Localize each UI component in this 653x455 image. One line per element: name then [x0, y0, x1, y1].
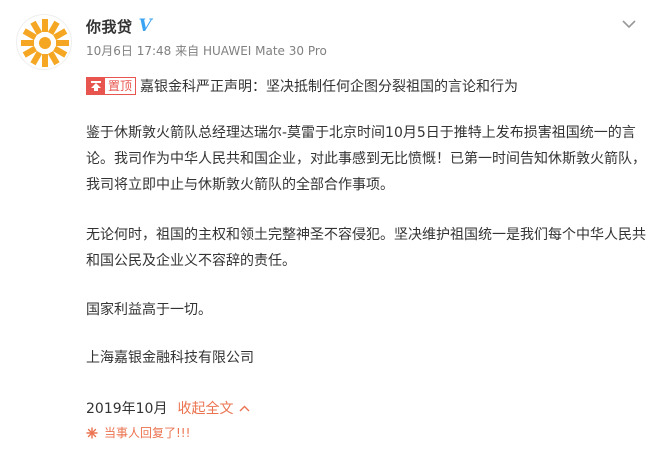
reply-notice-link[interactable]: 当事人回复了!!!: [86, 424, 190, 441]
collapse-full-text-button[interactable]: 收起全文: [177, 398, 250, 418]
post-headline: 嘉银金科严正声明：坚决抵制任何企图分裂祖国的言论和行为: [140, 79, 519, 95]
pin-icon: [87, 78, 105, 94]
post-paragraph: 国家利益高于一切。: [86, 302, 212, 318]
chevron-up-icon: [239, 405, 250, 411]
sparkle-icon: [86, 426, 98, 439]
reply-notice-text: 当事人回复了!!!: [104, 426, 191, 440]
chevron-down-icon: [622, 19, 636, 28]
avatar[interactable]: [16, 14, 72, 70]
post-headline-row: 置顶 嘉银金科严正声明：坚决抵制任何企图分裂祖国的言论和行为: [86, 75, 518, 97]
post-paragraph: 鉴于休斯敦火箭队总经理达瑞尔-莫雷于北京时间10月5日于推特上发布损害祖国统一的…: [86, 125, 646, 193]
post-footer: 2019年10月 收起全文: [86, 398, 250, 418]
post-paragraph: 无论何时，祖国的主权和领土完整神圣不容侵犯。坚决维护祖国统一是我们每个中华人民共…: [86, 227, 646, 269]
pinned-badge: 置顶: [86, 77, 137, 95]
post-meta: 10月6日 17:48 来自 HUAWEI Mate 30 Pro: [86, 42, 327, 59]
source-prefix: 来自: [175, 44, 200, 58]
author-name[interactable]: 你我贷: [86, 16, 133, 37]
author-row: 你我贷 V: [86, 14, 152, 38]
weibo-post-card: 你我贷 V 10月6日 17:48 来自 HUAWEI Mate 30 Pro …: [0, 0, 653, 455]
post-time: 2019年10月: [86, 401, 168, 417]
source-device[interactable]: HUAWEI Mate 30 Pro: [203, 44, 327, 58]
post-signature: 上海嘉银金融科技有限公司: [86, 350, 254, 366]
pinned-label: 置顶: [108, 79, 133, 93]
post-date[interactable]: 10月6日 17:48: [86, 44, 171, 58]
more-options-button[interactable]: [619, 14, 639, 34]
verified-badge-icon[interactable]: V: [139, 17, 152, 35]
collapse-label: 收起全文: [177, 401, 234, 417]
sunburst-logo-icon: [21, 19, 69, 67]
